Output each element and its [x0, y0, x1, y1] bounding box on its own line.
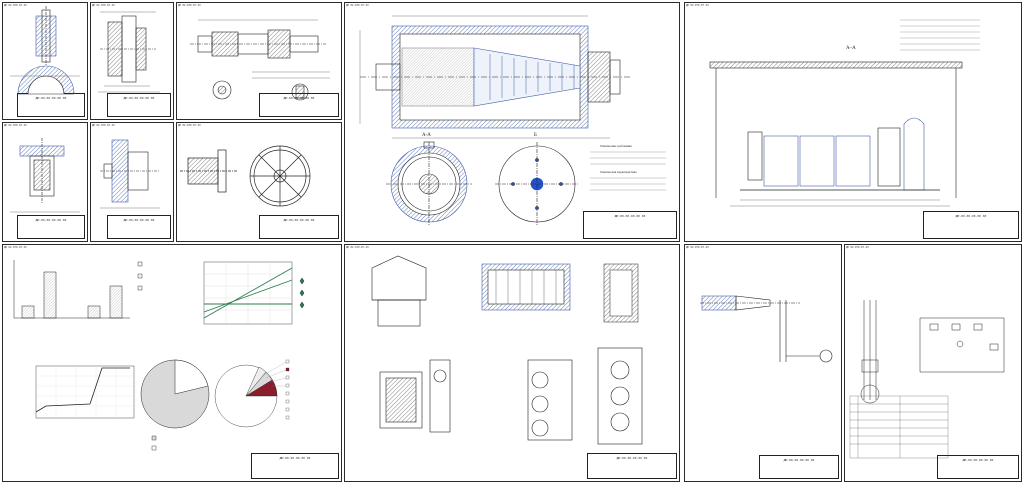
sheet-economics-charts: ДП 02.070.07.ХХ ДП.ХХ.ХХ.ХХ.ХХ ХХ — [2, 244, 342, 482]
title-block-label: ДП.ХХ.ХХ.ХХ.ХХ ХХ — [279, 456, 311, 460]
sheet-stamp: ДП 02.070.07.ХХ — [346, 246, 369, 249]
title-block-label: ДП.ХХ.ХХ.ХХ.ХХ ХХ — [283, 96, 315, 100]
title-block-label: ДП.ХХ.ХХ.ХХ.ХХ ХХ — [616, 456, 648, 460]
title-block: ДП.ХХ.ХХ.ХХ.ХХ ХХ — [583, 211, 677, 239]
sheet-stamp: ДП 02.070.07.ХХ — [92, 4, 115, 7]
sheet-part-drawing-1: ДП 02.070.07.ХХ ДП.ХХ.ХХ.ХХ.ХХ ХХ — [2, 2, 88, 120]
sheet-stamp: ДП 02.070.07.ХХ — [346, 4, 369, 7]
title-block-label: ДП.ХХ.ХХ.ХХ.ХХ ХХ — [783, 458, 815, 462]
title-block: ДП.ХХ.ХХ.ХХ.ХХ ХХ — [259, 215, 339, 239]
title-block: ДП.ХХ.ХХ.ХХ.ХХ ХХ — [587, 453, 677, 479]
title-block: ДП.ХХ.ХХ.ХХ.ХХ ХХ — [251, 453, 339, 479]
sheet-separator-assembly: ДП 02.070.07.ХХ ДП.ХХ.ХХ.ХХ.ХХ ХХ — [344, 2, 680, 242]
title-block: ДП.ХХ.ХХ.ХХ.ХХ ХХ — [17, 93, 85, 117]
title-block: ДП.ХХ.ХХ.ХХ.ХХ ХХ — [259, 93, 339, 117]
title-block-label: ДП.ХХ.ХХ.ХХ.ХХ ХХ — [283, 218, 315, 222]
title-block: ДП.ХХ.ХХ.ХХ.ХХ ХХ — [759, 455, 839, 479]
title-block: ДП.ХХ.ХХ.ХХ.ХХ ХХ — [937, 455, 1019, 479]
sheet-part-drawing-2: ДП 02.070.07.ХХ ДП.ХХ.ХХ.ХХ.ХХ ХХ — [90, 2, 174, 120]
sheet-stamp: ДП 02.070.07.ХХ — [686, 4, 709, 7]
sheet-stamp: ДП 02.070.07.ХХ — [4, 246, 27, 249]
sheet-wheel-drawing: ДП 02.070.07.ХХ ДП.ХХ.ХХ.ХХ.ХХ ХХ — [176, 122, 342, 242]
title-block-label: ДП.ХХ.ХХ.ХХ.ХХ ХХ — [35, 218, 67, 222]
sheet-stamp: ДП 02.070.07.ХХ — [178, 4, 201, 7]
title-block-label: ДП.ХХ.ХХ.ХХ.ХХ ХХ — [614, 214, 646, 218]
sheet-part-drawing-3: ДП 02.070.07.ХХ ДП.ХХ.ХХ.ХХ.ХХ ХХ — [2, 122, 88, 242]
sheet-stamp: ДП 02.070.07.ХХ — [4, 4, 27, 7]
sheet-plant-layout: ДП 02.070.07.ХХ ДП.ХХ.ХХ.ХХ.ХХ ХХ — [684, 2, 1022, 242]
title-block: ДП.ХХ.ХХ.ХХ.ХХ ХХ — [923, 211, 1019, 239]
sheet-stamp: ДП 02.070.07.ХХ — [92, 124, 115, 127]
tech-requirements-heading: Технические требования — [600, 144, 632, 148]
title-block: ДП.ХХ.ХХ.ХХ.ХХ ХХ — [107, 93, 171, 117]
sheet-stamp: ДП 02.070.07.ХХ — [178, 124, 201, 127]
sheet-electrical-scheme: ДП 02.070.07.ХХ ДП.ХХ.ХХ.ХХ.ХХ ХХ — [844, 244, 1022, 482]
sheet-stamp: ДП 02.070.07.ХХ — [4, 124, 27, 127]
sheet-kinematic-scheme: ДП 02.070.07.ХХ ДП.ХХ.ХХ.ХХ.ХХ ХХ — [684, 244, 842, 482]
section-aa-label: А-А — [422, 133, 431, 138]
title-block-label: ДП.ХХ.ХХ.ХХ.ХХ ХХ — [35, 96, 67, 100]
title-block-label: ДП.ХХ.ХХ.ХХ.ХХ ХХ — [123, 96, 155, 100]
sheet-shaft-drawing: ДП 02.070.07.ХХ ДП.ХХ.ХХ.ХХ.ХХ ХХ — [176, 2, 342, 120]
sheet-equipment-views: ДП 02.070.07.ХХ ДП.ХХ.ХХ.ХХ.ХХ ХХ — [344, 244, 680, 482]
tech-characteristics-heading: Техническая характеристика — [600, 170, 637, 174]
title-block-label: ДП.ХХ.ХХ.ХХ.ХХ ХХ — [123, 218, 155, 222]
sheet-stamp: ДП 02.070.07.ХХ — [686, 246, 709, 249]
sheet-stamp: ДП 02.070.07.ХХ — [846, 246, 869, 249]
title-block-label: ДП.ХХ.ХХ.ХХ.ХХ ХХ — [955, 214, 987, 218]
section-aa-plant-label: А–А — [846, 46, 856, 51]
title-block-label: ДП.ХХ.ХХ.ХХ.ХХ ХХ — [962, 458, 994, 462]
sheet-part-drawing-4: ДП 02.070.07.ХХ ДП.ХХ.ХХ.ХХ.ХХ ХХ — [90, 122, 174, 242]
title-block: ДП.ХХ.ХХ.ХХ.ХХ ХХ — [17, 215, 85, 239]
section-b-label: Б — [534, 133, 537, 138]
title-block: ДП.ХХ.ХХ.ХХ.ХХ ХХ — [107, 215, 171, 239]
